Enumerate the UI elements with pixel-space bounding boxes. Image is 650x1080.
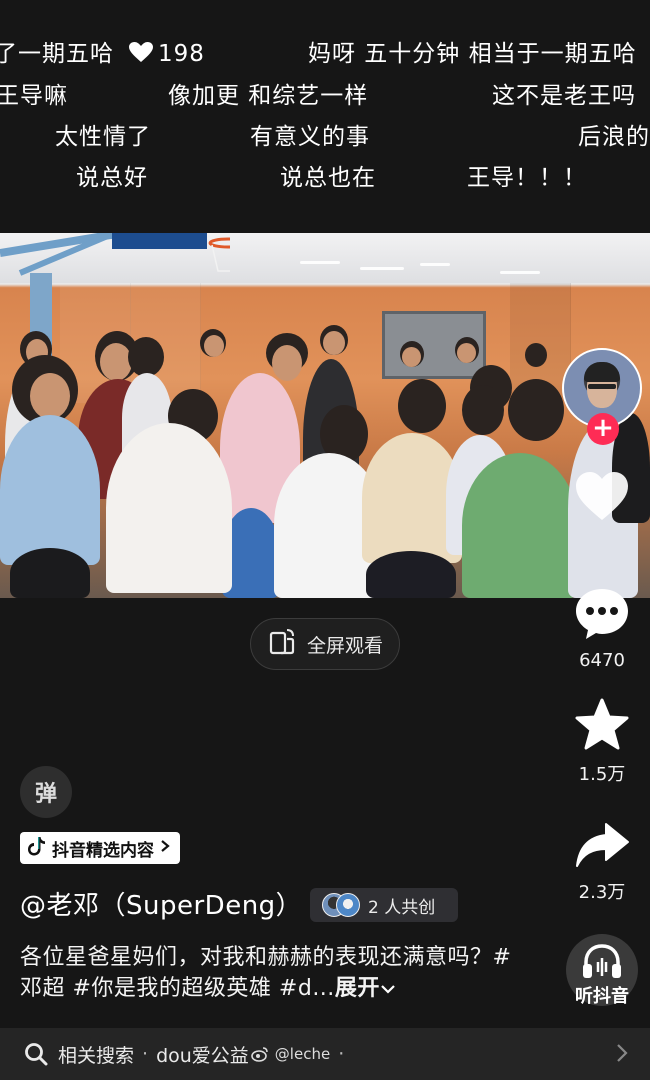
- separator-dot: ·: [338, 1043, 345, 1065]
- related-search-query: dou爱公益: [156, 1044, 249, 1067]
- rotate-screen-icon: [267, 627, 297, 662]
- comment-button[interactable]: 6470: [565, 586, 639, 671]
- favorite-button[interactable]: 1.5万: [565, 698, 639, 786]
- author-avatar[interactable]: +: [562, 348, 642, 445]
- comment-icon: [573, 589, 631, 646]
- danmaku-item: 太性情了: [55, 124, 151, 150]
- chevron-down-icon: [380, 976, 396, 1001]
- danmaku-item: 说总也在: [280, 165, 376, 191]
- tag-label: 抖音精选内容: [52, 840, 154, 861]
- weibo-logo-icon: [250, 1046, 269, 1062]
- douyin-selected-tag[interactable]: 抖音精选内容: [20, 832, 180, 864]
- danmaku-item: 后浪的: [578, 124, 650, 150]
- favorite-count: 1.5万: [578, 764, 626, 785]
- danmaku-like-count: 198: [158, 41, 205, 67]
- danmaku-toggle-label: 弹: [34, 782, 57, 807]
- heart-icon: [574, 472, 630, 526]
- avatar: [336, 893, 360, 917]
- related-search-bar[interactable]: 相关搜索 · dou爱公益 @leche ·: [0, 1028, 650, 1080]
- danmaku-item: 妈呀 五十分钟 相当于一期五哈: [308, 41, 637, 67]
- share-arrow-icon: [574, 823, 630, 874]
- fullscreen-button[interactable]: 全屏观看: [250, 618, 400, 670]
- follow-plus-button[interactable]: +: [587, 413, 619, 445]
- like-button[interactable]: [565, 470, 639, 526]
- video-player[interactable]: [0, 233, 650, 598]
- video-feed-screen: 了一期五哈 198 妈呀 五十分钟 相当于一期五哈 王导嘛 像加更 和综艺一样 这…: [0, 0, 650, 1080]
- danmaku-toggle-button[interactable]: 弹: [20, 766, 72, 818]
- heart-icon: [128, 41, 154, 69]
- crowd-scene: [0, 293, 650, 598]
- watermark-text: @leche: [274, 1045, 331, 1063]
- listen-douyin-label: 听抖音: [575, 986, 629, 1007]
- expand-label: 展开: [334, 976, 380, 1001]
- description-text: 各位星爸星妈们，对我和赫赫的表现还满意吗？#邓超 #你是我的超级英雄 #d...: [20, 945, 512, 1001]
- cocreate-badge[interactable]: 2 人共创: [310, 888, 458, 922]
- danmaku-item: 说总好: [76, 165, 148, 191]
- danmaku-item: 王导嘛: [0, 83, 68, 109]
- related-search-label: 相关搜索: [58, 1044, 135, 1067]
- danmaku-item: 王导！！！: [467, 165, 587, 191]
- cocreate-label: 2 人共创: [368, 897, 436, 918]
- chevron-right-icon: [160, 838, 170, 858]
- comment-count: 6470: [579, 650, 625, 671]
- share-count: 2.3万: [578, 882, 626, 903]
- separator-dot: ·: [142, 1043, 149, 1065]
- tiktok-logo-icon: [28, 836, 46, 861]
- headphones-icon: [580, 942, 624, 986]
- author-name[interactable]: @老邓（SuperDeng）: [20, 885, 302, 922]
- star-icon: [574, 698, 630, 756]
- search-icon: [24, 1042, 48, 1066]
- expand-button[interactable]: 展开: [335, 976, 396, 1001]
- fullscreen-label: 全屏观看: [306, 634, 383, 657]
- danmaku-item: 像加更 和综艺一样: [168, 83, 369, 109]
- danmaku-item: 了一期五哈 198: [0, 34, 205, 69]
- danmaku-item: 有意义的事: [250, 124, 370, 150]
- danmaku-text: 了一期五哈: [0, 41, 114, 67]
- share-button[interactable]: 2.3万: [565, 820, 639, 904]
- danmaku-item: 这不是老王吗: [492, 83, 636, 109]
- video-description[interactable]: 各位星爸星妈们，对我和赫赫的表现还满意吗？#邓超 #你是我的超级英雄 #d...…: [20, 942, 530, 1004]
- chevron-right-icon: [616, 1042, 628, 1069]
